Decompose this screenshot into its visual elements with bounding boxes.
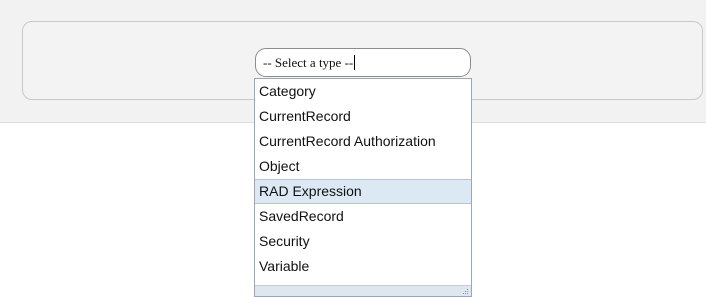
option-object[interactable]: Object: [255, 154, 471, 179]
option-rad-expression[interactable]: RAD Expression: [255, 179, 471, 204]
option-category[interactable]: Category: [255, 79, 471, 104]
option-currentrecord-authorization[interactable]: CurrentRecord Authorization: [255, 129, 471, 154]
option-currentrecord[interactable]: CurrentRecord: [255, 104, 471, 129]
dropdown-resize-bar[interactable]: [255, 285, 471, 296]
type-dropdown-list[interactable]: Category CurrentRecord CurrentRecord Aut…: [254, 78, 472, 297]
option-variable[interactable]: Variable: [255, 254, 471, 279]
option-savedrecord[interactable]: SavedRecord: [255, 204, 471, 229]
option-security[interactable]: Security: [255, 229, 471, 254]
type-select-input[interactable]: -- Select a type --: [255, 48, 471, 77]
text-caret: [354, 55, 356, 70]
resize-grip-icon[interactable]: [461, 287, 469, 295]
type-select-value: -- Select a type --: [263, 55, 354, 70]
